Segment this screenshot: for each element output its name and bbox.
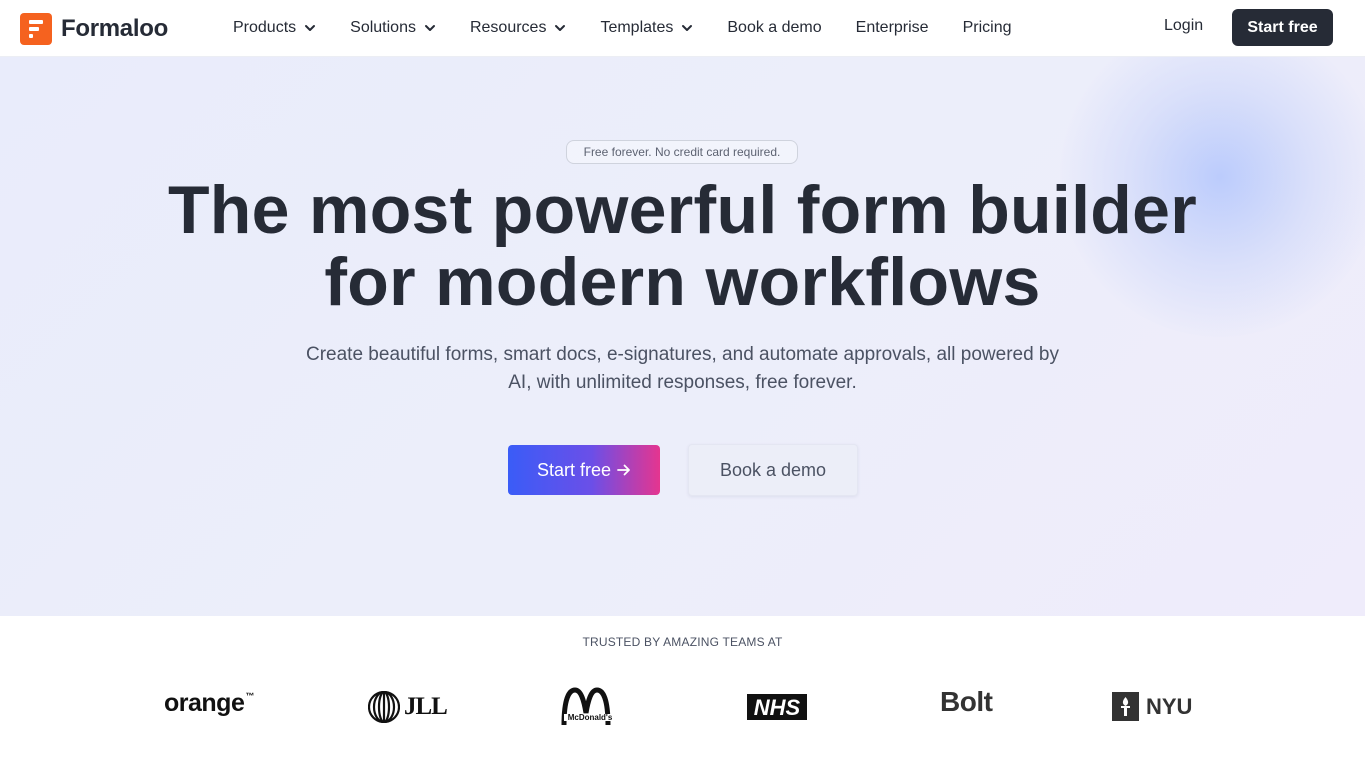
jll-globe-icon: [368, 691, 400, 723]
mcdonalds-logo-text: McDonald's: [568, 713, 613, 722]
nav-item-label: Enterprise: [855, 19, 929, 36]
nav-item-label: Products: [233, 19, 297, 36]
hero-title-line-2: for modern workflows: [324, 244, 1041, 320]
brand-logo[interactable]: Formaloo: [20, 13, 168, 45]
nav-item-solutions[interactable]: Solutions: [350, 19, 436, 37]
hero-section: Free forever. No credit card required. T…: [0, 57, 1365, 616]
nyu-logo-text: NYU: [1146, 693, 1193, 719]
hero-subtitle-line-2: AI, with unlimited responses, free forev…: [508, 372, 857, 393]
chevron-down-icon: [424, 22, 436, 34]
start-free-button[interactable]: Start free: [1232, 9, 1333, 46]
hero-start-free-label: Start free: [536, 459, 612, 480]
hero-start-free-button[interactable]: Start free: [508, 445, 660, 495]
nav-item-label: Solutions: [350, 19, 416, 36]
login-link[interactable]: Login: [1164, 17, 1203, 35]
nav-item-resources[interactable]: Resources: [470, 19, 566, 37]
hero-subtitle-line-1: Create beautiful forms, smart docs, e-si…: [306, 344, 1059, 365]
jll-logo: JLL: [368, 691, 448, 723]
nav-item-products[interactable]: Products: [233, 19, 316, 37]
nav-item-pricing[interactable]: Pricing: [963, 19, 1012, 37]
nhs-logo: NHS: [747, 694, 807, 720]
chevron-down-icon: [681, 22, 693, 34]
trusted-by-section: TRUSTED BY AMAZING TEAMS AT orange ™ JLL …: [0, 616, 1365, 768]
orange-trademark: ™: [245, 690, 254, 701]
formaloo-logo-icon: [20, 13, 52, 45]
chevron-down-icon: [554, 22, 566, 34]
nav-item-label: Templates: [600, 19, 674, 36]
bolt-logo: Bolt: [940, 686, 993, 717]
nyu-logo: NYU: [1112, 692, 1192, 721]
nhs-logo-text: NHS: [754, 695, 801, 720]
hero-title: The most powerful form builder for moder…: [0, 174, 1365, 318]
hero-title-line-1: The most powerful form builder: [167, 172, 1198, 248]
jll-logo-text: JLL: [404, 693, 448, 720]
nav-item-label: Resources: [469, 19, 547, 36]
orange-logo-text: orange: [164, 689, 245, 717]
hero-book-demo-button[interactable]: Book a demo: [688, 444, 858, 496]
nyu-torch-icon: [1112, 692, 1139, 721]
nav-item-label: Pricing: [962, 19, 1012, 36]
brand-name: Formaloo: [61, 15, 168, 42]
trusted-by-label: TRUSTED BY AMAZING TEAMS AT: [582, 635, 783, 649]
nav-item-book-a-demo[interactable]: Book a demo: [727, 19, 821, 37]
nav-item-label: Book a demo: [727, 19, 822, 36]
top-navbar: Formaloo Products Solutions Resources Templ…: [0, 0, 1365, 57]
chevron-down-icon: [304, 22, 316, 34]
free-forever-badge: Free forever. No credit card required.: [566, 140, 798, 164]
nav-item-templates[interactable]: Templates: [600, 19, 693, 37]
orange-logo: orange ™: [164, 689, 254, 718]
hero-subtitle: Create beautiful forms, smart docs, e-si…: [250, 341, 1115, 397]
mcdonalds-logo: McDonald's: [561, 687, 617, 727]
nav-item-enterprise[interactable]: Enterprise: [856, 19, 929, 37]
arrow-right-icon: [617, 460, 631, 481]
main-menu: Products Solutions Resources Templates Book …: [233, 0, 1045, 56]
